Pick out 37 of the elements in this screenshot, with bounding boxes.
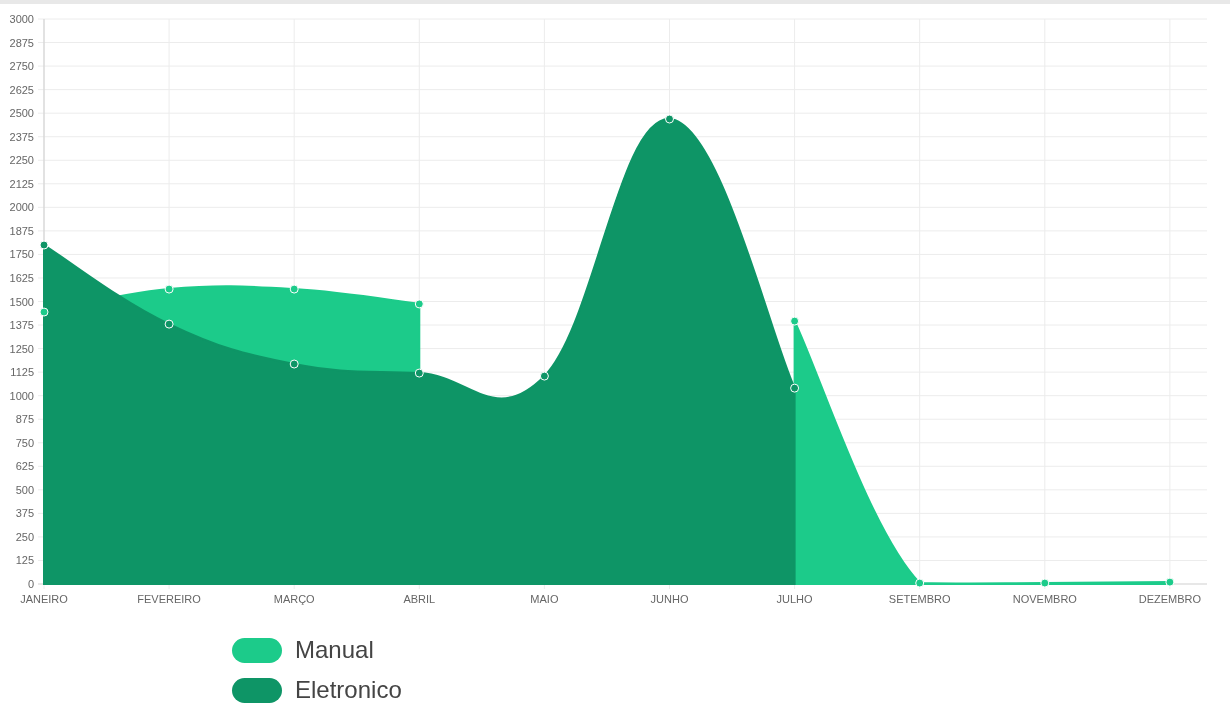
- y-tick-label: 2500: [9, 107, 34, 120]
- y-tick-label: 1125: [10, 366, 34, 379]
- y-tick-label: 1250: [9, 342, 34, 355]
- y-tick-label: 2250: [9, 154, 34, 167]
- x-tick-label: NOVEMBRO: [1012, 593, 1077, 605]
- legend-label: Manual: [295, 637, 374, 663]
- x-tick-label: FEVEREIRO: [137, 593, 201, 605]
- y-tick-label: 1875: [9, 224, 34, 237]
- y-tick-label: 0: [27, 578, 34, 590]
- y-tick-label: 2375: [9, 130, 34, 143]
- y-tick-label: 750: [15, 436, 34, 449]
- y-tick-label: 250: [15, 530, 34, 543]
- x-tick-label: DEZEMBRO: [1138, 593, 1202, 605]
- y-tick-label: 2625: [9, 83, 34, 96]
- x-tick-label: SETEMBRO: [888, 593, 951, 605]
- y-tick-label: 125: [15, 554, 34, 567]
- y-tick-label: 1000: [9, 389, 34, 402]
- x-tick-label: JUNHO: [650, 593, 689, 605]
- y-tick-label: 1375: [9, 319, 34, 332]
- y-tick-label: 1750: [9, 248, 34, 261]
- x-tick-label: JULHO: [776, 593, 813, 605]
- y-tick-label: 2125: [9, 177, 34, 190]
- y-tick-label: 3000: [9, 13, 34, 25]
- y-tick-label: 1625: [9, 271, 34, 284]
- x-tick-label: MARÇO: [273, 593, 315, 605]
- y-tick-label: 500: [15, 483, 34, 496]
- y-tick-label: 875: [15, 413, 34, 426]
- x-tick-label: ABRIL: [403, 593, 436, 605]
- y-tick-label: 625: [15, 460, 34, 473]
- y-tick-label: 375: [15, 507, 34, 520]
- y-tick-label: 2000: [9, 201, 34, 214]
- x-tick-label: MAIO: [530, 593, 559, 605]
- y-tick-label: 2875: [9, 36, 34, 49]
- x-tick-label: JANEIRO: [20, 593, 68, 605]
- y-tick-label: 2750: [9, 60, 34, 73]
- y-tick-label: 1500: [9, 295, 34, 308]
- legend-label: Eletronico: [295, 677, 402, 703]
